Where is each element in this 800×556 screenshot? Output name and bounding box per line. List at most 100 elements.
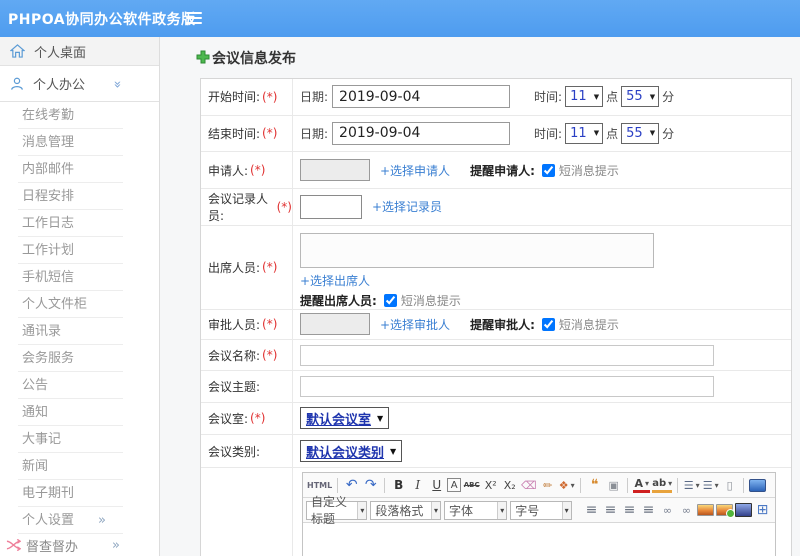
sidebar-item-personal-file-cabinet[interactable]: 个人文件柜 bbox=[0, 291, 159, 318]
start-hour-select[interactable]: 11 ▼ bbox=[565, 86, 604, 108]
align-right-icon[interactable]: ≡ bbox=[621, 500, 638, 520]
start-minute-select[interactable]: 55 ▼ bbox=[621, 86, 660, 108]
toolbar-separator bbox=[337, 477, 339, 493]
sidebar-item-personal-desktop[interactable]: 个人桌面 bbox=[0, 37, 159, 66]
sidebar-item-contacts[interactable]: 通讯录 bbox=[0, 318, 159, 345]
font-size-select[interactable]: 字号 ▾ bbox=[510, 500, 572, 520]
redo-icon[interactable]: ↷ bbox=[362, 475, 379, 495]
applicant-input[interactable] bbox=[300, 159, 370, 182]
html-source-icon[interactable]: HTML bbox=[307, 475, 332, 495]
pick-attendees-link[interactable]: +选择出席人 bbox=[300, 274, 370, 288]
sidebar: 个人桌面 个人办公 » 在线考勤 消息管理 内部邮件 日程安排 工作日志 工作计… bbox=[0, 37, 160, 556]
attendees-textarea[interactable] bbox=[300, 232, 654, 268]
end-hour-select[interactable]: 11 ▼ bbox=[565, 122, 604, 144]
unordered-list-icon[interactable]: ☰ bbox=[702, 475, 719, 495]
remind-applicant-checkbox[interactable] bbox=[541, 163, 555, 177]
font-frame-icon[interactable]: A bbox=[447, 478, 462, 492]
required-marker: (*) bbox=[250, 163, 266, 178]
font-color-icon[interactable]: A bbox=[633, 477, 651, 493]
end-minute-select[interactable]: 55 ▼ bbox=[621, 122, 660, 144]
hamburger-menu-icon[interactable] bbox=[186, 12, 202, 27]
meeting-category-select[interactable]: 默认会议类别 ▼ bbox=[300, 440, 403, 463]
paragraph-select[interactable]: 段落格式 ▾ bbox=[370, 500, 441, 520]
sidebar-item-internal-mail[interactable]: 内部邮件 bbox=[0, 156, 159, 183]
pick-recorder-link[interactable]: +选择记录员 bbox=[372, 198, 442, 215]
meeting-room-select[interactable]: 默认会议室 ▼ bbox=[300, 407, 390, 430]
sidebar-item-announcement[interactable]: 公告 bbox=[0, 372, 159, 399]
editor-toolbar-row1: HTML↶↷BIUAABCX²X₂⌫✏❖❝▣Aab☰☰▯ bbox=[303, 473, 775, 498]
undo-icon[interactable]: ↶ bbox=[343, 475, 360, 495]
ordered-list-icon[interactable]: ☰ bbox=[683, 475, 700, 495]
highlight-color-icon[interactable]: ab bbox=[652, 478, 673, 493]
field-label: 会议类别: bbox=[201, 435, 293, 467]
form-row-meeting-room: 会议室: (*) 默认会议室 ▼ bbox=[201, 402, 791, 436]
pick-applicant-link[interactable]: +选择申请人 bbox=[380, 162, 450, 179]
meeting-form: 开始时间: (*) 日期: 时间: 11 ▼ 点 55 ▼ 分 bbox=[200, 78, 792, 556]
media-icon[interactable] bbox=[735, 503, 753, 517]
sidebar-item-message-management[interactable]: 消息管理 bbox=[0, 129, 159, 156]
sidebar-item-schedule[interactable]: 日程安排 bbox=[0, 183, 159, 210]
bold-icon[interactable]: B bbox=[390, 475, 407, 495]
meeting-name-input[interactable] bbox=[300, 344, 714, 366]
image-icon[interactable] bbox=[697, 504, 715, 516]
time-label: 时间: bbox=[534, 126, 563, 141]
italic-icon[interactable]: I bbox=[409, 475, 426, 495]
link-icon[interactable]: ∞ bbox=[659, 500, 676, 520]
sidebar-item-work-plan[interactable]: 工作计划 bbox=[0, 237, 159, 264]
unlink-icon[interactable]: ∞ bbox=[678, 500, 695, 520]
subscript-icon[interactable]: X₂ bbox=[501, 475, 518, 495]
recorder-input[interactable] bbox=[300, 194, 362, 219]
sidebar-item-personal-settings[interactable]: 个人设置 » bbox=[0, 507, 159, 534]
align-center-icon[interactable]: ≡ bbox=[602, 500, 619, 520]
end-date-input[interactable] bbox=[332, 121, 511, 145]
editor-content-area[interactable] bbox=[303, 523, 775, 556]
field-label: 审批人员: (*) bbox=[201, 309, 293, 340]
palette-icon[interactable]: ❖ bbox=[558, 475, 575, 495]
insert-image-icon[interactable] bbox=[716, 504, 736, 518]
table-icon[interactable]: ⊞ bbox=[754, 500, 771, 520]
sidebar-item-meeting-service[interactable]: 会务服务 bbox=[0, 345, 159, 372]
form-row-applicant: 申请人: (*) +选择申请人 提醒申请人: 短消息提示 bbox=[201, 152, 791, 189]
approver-input[interactable] bbox=[300, 313, 370, 336]
fullscreen-icon[interactable] bbox=[749, 478, 767, 492]
dropdown-arrow-icon: ▾ bbox=[430, 501, 440, 519]
required-marker: (*) bbox=[262, 89, 278, 104]
hour-unit: 点 bbox=[606, 126, 619, 141]
dropdown-arrow-icon: ▾ bbox=[357, 501, 367, 519]
align-left-icon[interactable]: ≡ bbox=[583, 500, 600, 520]
strikethrough-icon[interactable]: ABC bbox=[463, 475, 480, 495]
chevron-down-icon: » bbox=[109, 80, 125, 89]
sidebar-item-online-attendance[interactable]: 在线考勤 bbox=[0, 102, 159, 129]
sidebar-item-sms[interactable]: 手机短信 bbox=[0, 264, 159, 291]
paste-icon[interactable]: ▣ bbox=[605, 475, 622, 495]
required-marker: (*) bbox=[276, 199, 292, 214]
sidebar-item-news[interactable]: 新闻 bbox=[0, 453, 159, 480]
start-date-input[interactable] bbox=[332, 85, 511, 109]
toolbar-separator bbox=[580, 477, 582, 493]
page-title-text: 会议信息发布 bbox=[212, 51, 296, 67]
new-page-icon[interactable]: ▯ bbox=[721, 475, 738, 495]
heading-select[interactable]: 自定义标题 ▾ bbox=[306, 495, 368, 526]
dropdown-arrow-icon: ▾ bbox=[561, 501, 571, 519]
meeting-subject-input[interactable] bbox=[300, 375, 714, 397]
remind-attendees-checkbox[interactable] bbox=[383, 293, 397, 307]
pick-approver-link[interactable]: +选择审批人 bbox=[380, 316, 450, 333]
rich-text-editor: HTML↶↷BIUAABCX²X₂⌫✏❖❝▣Aab☰☰▯ 自定义标题 ▾ 段落格… bbox=[302, 472, 776, 556]
blockquote-icon[interactable]: ❝ bbox=[586, 475, 603, 495]
remind-approver-checkbox[interactable] bbox=[541, 317, 555, 331]
chevron-right-icon: » bbox=[112, 537, 120, 553]
underline-icon[interactable]: U bbox=[428, 475, 445, 495]
eraser-icon[interactable]: ⌫ bbox=[520, 475, 537, 495]
align-justify-icon[interactable]: ≡ bbox=[640, 500, 657, 520]
superscript-icon[interactable]: X² bbox=[482, 475, 499, 495]
sidebar-item-e-journal[interactable]: 电子期刊 bbox=[0, 480, 159, 507]
sidebar-item-major-events[interactable]: 大事记 bbox=[0, 426, 159, 453]
sidebar-item-work-log[interactable]: 工作日志 bbox=[0, 210, 159, 237]
sidebar-item-personal-office[interactable]: 个人办公 » bbox=[0, 66, 159, 102]
sidebar-item-notice[interactable]: 通知 bbox=[0, 399, 159, 426]
format-brush-icon[interactable]: ✏ bbox=[539, 475, 556, 495]
hour-unit: 点 bbox=[606, 90, 619, 105]
required-marker: (*) bbox=[262, 126, 278, 141]
sidebar-item-supervision[interactable]: 督查督办 » bbox=[0, 534, 159, 556]
font-family-select[interactable]: 字体 ▾ bbox=[444, 500, 508, 520]
